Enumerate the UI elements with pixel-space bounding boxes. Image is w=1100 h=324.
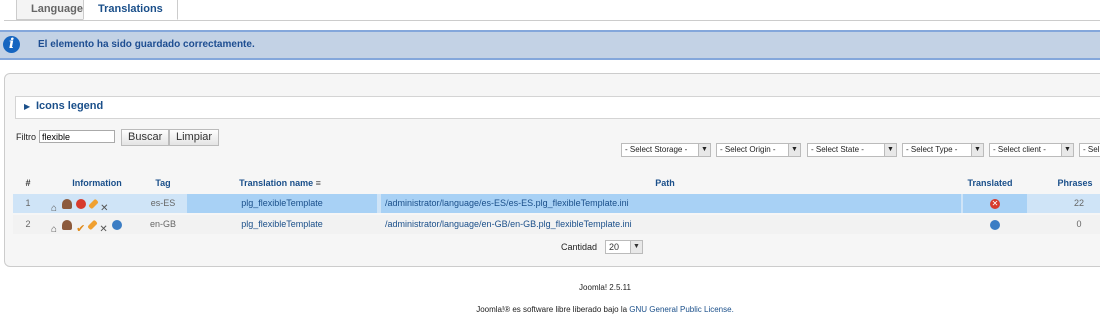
- row-number: 2: [25, 219, 31, 229]
- path-link[interactable]: /administrator/language/en-GB/en-GB.plg_…: [381, 215, 961, 234]
- row-number: 1: [25, 198, 31, 208]
- edit-icon[interactable]: [87, 219, 98, 230]
- row-phrases: 22: [1073, 198, 1084, 208]
- translated-status[interactable]: ✕: [963, 194, 1027, 213]
- user-icon[interactable]: [61, 198, 72, 209]
- translated-status[interactable]: [963, 215, 1027, 234]
- column-header-translation-name[interactable]: Translation name ≡: [185, 177, 375, 189]
- translation-name-link[interactable]: plg_flexibleTemplate: [187, 215, 377, 234]
- triangle-right-icon: ▶: [24, 102, 31, 111]
- column-header-path[interactable]: Path: [380, 177, 950, 189]
- column-header-information[interactable]: Information: [49, 177, 145, 189]
- information-icons: ⌂ ✔ ✕: [51, 215, 147, 235]
- info-icon: i: [3, 36, 20, 53]
- license-link[interactable]: GNU General Public License.: [629, 305, 734, 314]
- row-phrases: 0: [1076, 219, 1082, 229]
- dropdown-arrow-icon: ▼: [971, 144, 983, 156]
- version-footer: Joomla! 2.5.11: [579, 283, 631, 292]
- select-more[interactable]: - Sel: [1079, 143, 1100, 157]
- filter-input[interactable]: [39, 130, 115, 143]
- select-client[interactable]: - Select client - ▼: [989, 143, 1074, 157]
- user-icon[interactable]: [61, 219, 72, 230]
- dropdown-arrow-icon: ▼: [788, 144, 800, 156]
- table-row[interactable]: 2 ⌂ ✔ ✕ en-GB plg_flexibleTemplate /admi…: [13, 215, 1100, 235]
- error-icon[interactable]: [76, 198, 87, 209]
- translation-name-link[interactable]: plg_flexibleTemplate: [187, 194, 377, 213]
- dropdown-arrow-icon: ▼: [884, 144, 896, 156]
- select-state[interactable]: - Select State - ▼: [807, 143, 897, 157]
- tool-icon[interactable]: ✕: [99, 220, 107, 235]
- sort-icon: ≡: [315, 178, 321, 188]
- table-row[interactable]: 1 ⌂ ✕ es-ES plg_flexibleTemplate /admini…: [13, 194, 1100, 214]
- select-origin[interactable]: - Select Origin - ▼: [716, 143, 801, 157]
- dropdown-arrow-icon: ▼: [630, 241, 642, 253]
- pagination-limit-select[interactable]: 20 ▼: [605, 240, 643, 254]
- dropdown-arrow-icon: ▼: [1061, 144, 1073, 156]
- license-footer: Joomla!® es software libre liberado bajo…: [476, 305, 734, 314]
- path-link[interactable]: /administrator/language/es-ES/es-ES.plg_…: [381, 194, 961, 213]
- pagination-label: Cantidad: [561, 242, 598, 252]
- home-icon[interactable]: ⌂: [51, 199, 57, 214]
- row-tag: en-GB: [149, 219, 176, 229]
- column-header-phrases[interactable]: Phrases: [1025, 177, 1100, 189]
- search-button[interactable]: Buscar: [121, 129, 170, 146]
- edit-icon[interactable]: [87, 198, 99, 209]
- tab-bar: Languages Translations: [4, 0, 1100, 21]
- column-header-translated[interactable]: Translated: [955, 177, 1025, 189]
- information-icons: ⌂ ✕: [51, 194, 141, 214]
- gear-icon: [990, 219, 1000, 230]
- select-type[interactable]: - Select Type - ▼: [902, 143, 984, 157]
- checkmark-icon[interactable]: ✔: [76, 220, 85, 235]
- row-tag: es-ES: [150, 198, 176, 208]
- icons-legend-label: Icons legend: [36, 100, 104, 112]
- column-header-tag[interactable]: Tag: [141, 177, 185, 189]
- tool-icon[interactable]: ✕: [100, 199, 108, 214]
- translations-panel: ▶ Icons legend Filtro Buscar Limpiar - S…: [4, 73, 1100, 267]
- column-header-number: #: [25, 178, 31, 188]
- home-icon[interactable]: ⌂: [51, 220, 57, 235]
- error-icon: ✕: [990, 198, 1000, 209]
- select-storage[interactable]: - Select Storage - ▼: [621, 143, 711, 157]
- tab-translations[interactable]: Translations: [83, 0, 178, 20]
- dropdown-arrow-icon: ▼: [698, 144, 710, 156]
- gear-icon[interactable]: [112, 219, 123, 230]
- clear-button[interactable]: Limpiar: [169, 129, 220, 146]
- icons-legend-toggle[interactable]: ▶ Icons legend: [15, 96, 1100, 119]
- message-text: El elemento ha sido guardado correctamen…: [38, 39, 255, 50]
- success-message: i El elemento ha sido guardado correctam…: [0, 30, 1100, 60]
- filter-label: Filtro: [16, 132, 36, 142]
